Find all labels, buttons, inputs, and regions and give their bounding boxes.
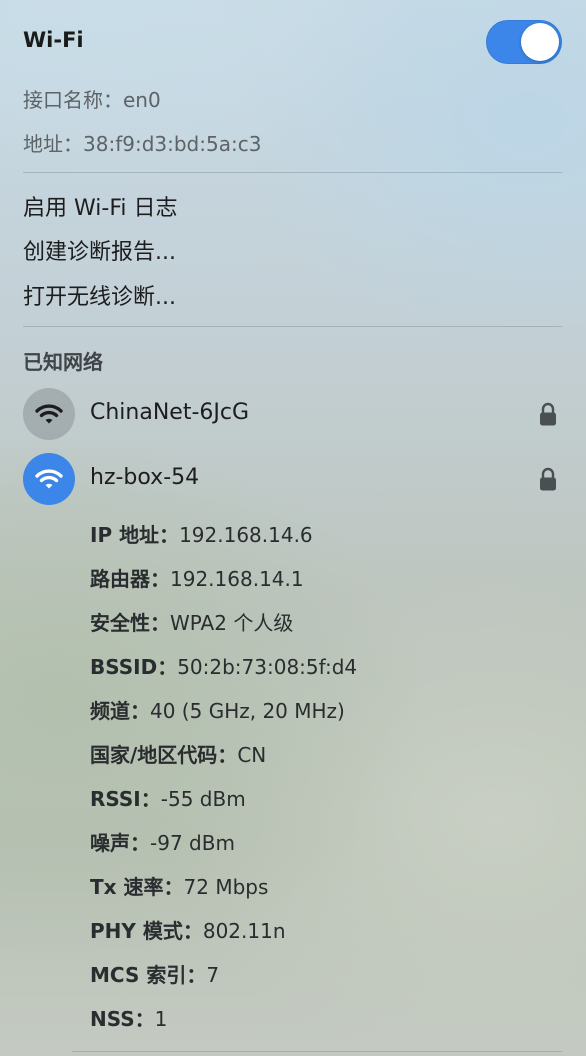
wifi-toggle[interactable]: [486, 20, 562, 64]
detail-key: RSSI：: [90, 787, 161, 811]
detail-ip-address: IP 地址：192.168.14.6: [90, 519, 313, 548]
detail-value: 802.11n: [202, 919, 286, 943]
detail-tx-rate: Tx 速率：72 Mbps: [90, 871, 268, 900]
address-label: 地址：: [23, 132, 83, 156]
detail-key: IP 地址：: [90, 523, 180, 547]
interface-name-row: 接口名称：en0: [23, 84, 161, 113]
lock-icon: [540, 467, 556, 491]
network-item-chinanet[interactable]: ChinaNet-6JcG: [23, 388, 562, 440]
detail-noise: 噪声：-97 dBm: [90, 827, 235, 856]
detail-security: 安全性：WPA2 个人级: [90, 607, 293, 636]
detail-key: 安全性：: [90, 611, 170, 635]
separator: [72, 1051, 562, 1052]
address-value: 38:f9:d3:bd:5a:c3: [83, 132, 262, 156]
detail-value: -97 dBm: [150, 831, 235, 855]
create-diagnostics-report-item[interactable]: 创建诊断报告...: [23, 234, 176, 266]
detail-value: 7: [206, 963, 220, 987]
separator: [23, 326, 562, 327]
open-wireless-diagnostics-item[interactable]: 打开无线诊断...: [23, 279, 176, 311]
interface-name-value: en0: [123, 88, 161, 112]
detail-mcs-index: MCS 索引：7: [90, 959, 219, 988]
lock-icon: [540, 402, 556, 426]
detail-key: 国家/地区代码：: [90, 743, 238, 767]
interface-name-label: 接口名称：: [23, 88, 123, 112]
network-item-hz-box[interactable]: hz-box-54: [23, 453, 562, 505]
detail-key: Tx 速率：: [90, 875, 184, 899]
detail-key: MCS 索引：: [90, 963, 207, 987]
detail-phy-mode: PHY 模式：802.11n: [90, 915, 286, 944]
detail-value: 1: [154, 1007, 168, 1031]
detail-value: 192.168.14.6: [179, 523, 313, 547]
network-name: ChinaNet-6JcG: [90, 400, 250, 425]
detail-country-code: 国家/地区代码：CN: [90, 739, 266, 768]
detail-value: -55 dBm: [160, 787, 246, 811]
detail-key: PHY 模式：: [90, 919, 203, 943]
wifi-icon: [23, 453, 75, 505]
detail-key: NSS：: [90, 1007, 155, 1031]
detail-rssi: RSSI：-55 dBm: [90, 783, 246, 812]
detail-value: 40 (5 GHz, 20 MHz): [150, 699, 345, 723]
detail-key: BSSID：: [90, 655, 178, 679]
separator: [23, 172, 562, 173]
detail-key: 路由器：: [90, 567, 170, 591]
detail-key: 频道：: [90, 699, 150, 723]
enable-wifi-logging-item[interactable]: 启用 Wi-Fi 日志: [23, 190, 177, 222]
toggle-knob: [521, 23, 559, 61]
detail-value: WPA2 个人级: [170, 611, 294, 635]
detail-value: 72 Mbps: [183, 875, 269, 899]
wifi-title: Wi-Fi: [23, 28, 84, 52]
address-row: 地址：38:f9:d3:bd:5a:c3: [23, 128, 261, 157]
known-networks-title: 已知网络: [23, 350, 103, 374]
detail-channel: 频道：40 (5 GHz, 20 MHz): [90, 695, 345, 724]
detail-router: 路由器：192.168.14.1: [90, 563, 304, 592]
detail-nss: NSS：1: [90, 1003, 167, 1032]
detail-value: 192.168.14.1: [170, 567, 304, 591]
detail-value: 50:2b:73:08:5f:d4: [177, 655, 358, 679]
detail-key: 噪声：: [90, 831, 150, 855]
wifi-icon: [23, 388, 75, 440]
detail-bssid: BSSID：50:2b:73:08:5f:d4: [90, 651, 357, 680]
network-name: hz-box-54: [90, 465, 200, 490]
detail-value: CN: [237, 743, 267, 767]
